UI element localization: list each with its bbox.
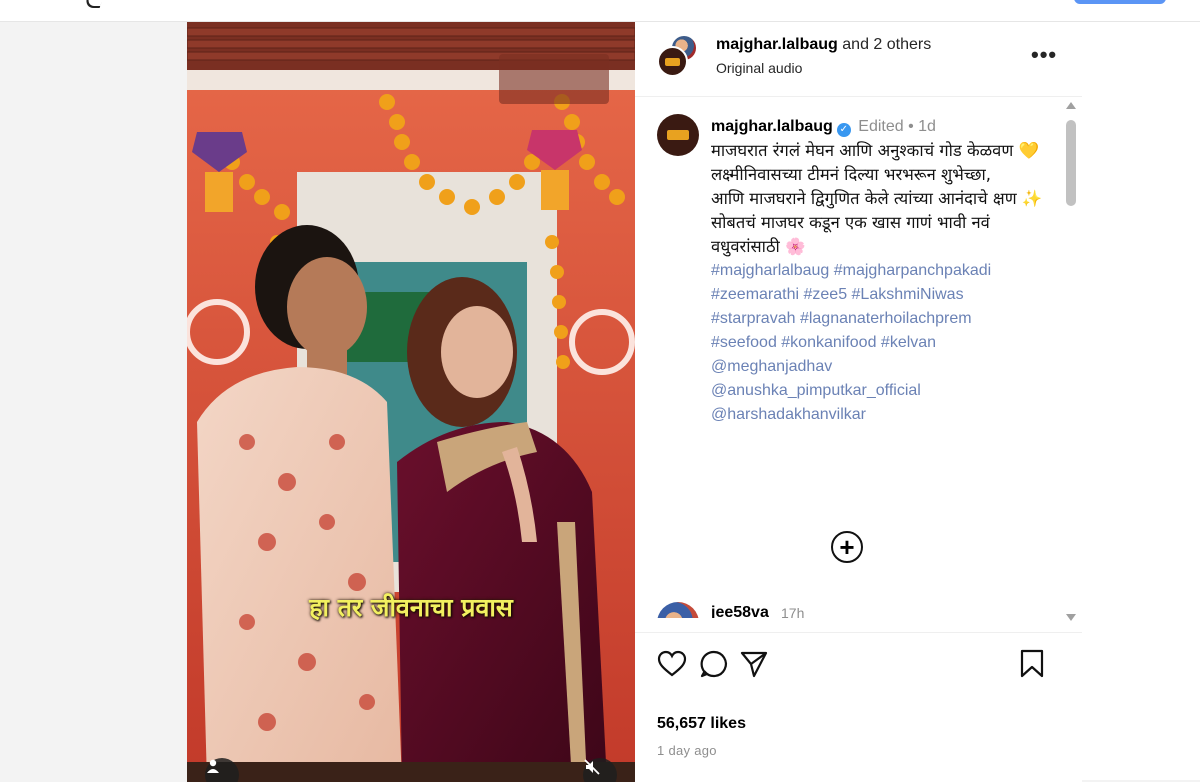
caption-scrollbar[interactable] <box>1066 102 1076 622</box>
likes-count[interactable]: 56,657 likes <box>657 715 746 733</box>
person-icon <box>207 759 219 773</box>
top-action-button[interactable] <box>1074 0 1166 4</box>
more-options-icon[interactable]: ••• <box>1031 42 1057 68</box>
author-names: majghar.lalbaug and 2 others <box>716 36 931 54</box>
heart-icon <box>657 650 687 677</box>
mention-link[interactable]: @harshadakhanvilkar <box>711 403 1051 427</box>
video-subtitle: हा तर जीवनाचा प्रवास <box>309 593 513 622</box>
mention-link[interactable]: @anushka_pimputkar_official <box>711 379 1051 403</box>
post-sidebar: majghar.lalbaug and 2 others Original au… <box>635 22 1082 782</box>
scrollbar-thumb[interactable] <box>1066 120 1076 206</box>
bookmark-icon <box>1020 649 1044 678</box>
caption-timestamp[interactable]: 1d <box>918 118 936 135</box>
backdrop-right <box>1082 22 1200 780</box>
caption-body: majghar.lalbaug ✓ Edited • 1d माजघरात रंग… <box>711 115 1051 427</box>
author-avatars[interactable] <box>657 34 701 78</box>
caption-hashtags: #majgharlalbaug #majgharpanchpakadi #zee… <box>711 259 1051 427</box>
hashtag-line[interactable]: #starpravah #lagnanaterhoilachprem <box>711 307 1051 331</box>
author-avatar[interactable] <box>657 46 688 77</box>
mention-link[interactable]: @meghanjadhav <box>711 355 1051 379</box>
reel-video[interactable]: हा तर जीवनाचा प्रवास <box>187 22 635 782</box>
save-button[interactable] <box>1015 647 1049 681</box>
commenter-username[interactable]: jee58va <box>711 604 769 618</box>
verified-badge-icon: ✓ <box>836 123 851 137</box>
hashtag-line[interactable]: #majgharlalbaug #majgharpanchpakadi <box>711 259 1051 283</box>
scroll-down-arrow-icon[interactable] <box>1066 614 1076 621</box>
comment-item: jee58va 17h <box>657 600 1037 618</box>
comment-button[interactable] <box>697 647 731 681</box>
comment-timestamp: 17h <box>781 605 805 618</box>
caption-username[interactable]: majghar.lalbaug <box>711 118 833 135</box>
coauthors-link[interactable]: and 2 others <box>842 36 931 53</box>
top-bar <box>0 0 1200 22</box>
share-button[interactable] <box>737 647 771 681</box>
plus-circle-icon: + <box>839 532 855 562</box>
commenter-avatar[interactable] <box>657 602 699 618</box>
post-modal: हा तर जीवनाचा प्रवास majghar.lalbaug and… <box>187 22 1082 782</box>
comment-bubble-icon <box>700 650 727 678</box>
scroll-up-arrow-icon[interactable] <box>1066 102 1076 109</box>
edited-label: Edited <box>858 118 904 135</box>
speaker-muted-icon <box>584 759 600 775</box>
posted-time[interactable]: 1 day ago <box>657 743 717 758</box>
original-audio-link[interactable]: Original audio <box>716 60 802 76</box>
like-button[interactable] <box>655 647 689 681</box>
paper-plane-icon <box>740 651 768 678</box>
video-frame <box>187 22 635 782</box>
caption-area[interactable]: majghar.lalbaug ✓ Edited • 1d माजघरात रंग… <box>635 98 1082 618</box>
load-more-comments-button[interactable]: + <box>831 531 863 563</box>
hashtag-line[interactable]: #seefood #konkanifood #kelvan <box>711 331 1051 355</box>
author-username[interactable]: majghar.lalbaug <box>716 36 838 53</box>
post-actions: 56,657 likes 1 day ago <box>635 632 1082 782</box>
caption-text: माजघरात रंगलं मेघन आणि अनुश्काचं गोड केळ… <box>711 141 1043 256</box>
hashtag-line[interactable]: #zeemarathi #zee5 #LakshmiNiwas <box>711 283 1051 307</box>
instagram-logo-fragment[interactable] <box>83 0 105 8</box>
meta-separator: • <box>908 118 914 135</box>
caption-meta: majghar.lalbaug ✓ Edited • 1d <box>711 115 1051 139</box>
post-header: majghar.lalbaug and 2 others Original au… <box>635 22 1082 97</box>
caption-author-avatar[interactable] <box>657 114 699 156</box>
